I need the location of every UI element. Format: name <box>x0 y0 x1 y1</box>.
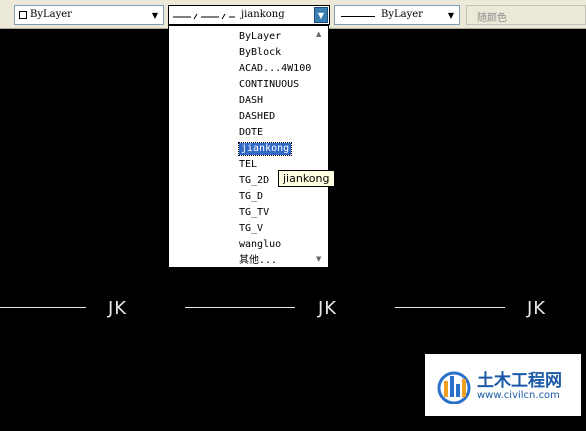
linetype-sample-icon <box>176 257 234 258</box>
plotstyle-combo-value: 随颜色 <box>477 13 507 24</box>
linetype-list-item-label: ByBlock <box>239 47 282 58</box>
scroll-up-icon[interactable]: ▲ <box>316 30 321 38</box>
lineweight-combo[interactable]: ByLayer ▼ <box>334 5 460 25</box>
linetype-list-item-label: ACAD...4W100 <box>239 63 312 74</box>
plotstyle-combo: 随颜色 <box>466 5 586 25</box>
linetype-list-item-label: DASH <box>239 95 264 106</box>
linetype-list-item-label: TEL <box>239 159 258 170</box>
dropdown-scrollbar[interactable]: ▲ ▼ <box>314 26 328 267</box>
linetype-sample-icon <box>176 33 234 34</box>
layer-combo-value: ByLayer <box>30 9 72 20</box>
layer-combo[interactable]: ByLayer ▼ <box>14 5 164 25</box>
linetype-list-item[interactable]: wangluo <box>169 237 315 253</box>
linetype-tooltip: jiankong <box>278 170 335 187</box>
linetype-list-item[interactable]: 其他... <box>169 253 315 267</box>
civilcn-logo-icon <box>437 371 471 404</box>
linetype-list-item-label: DASHED <box>239 111 276 122</box>
linetype-list-item-label: TG_TV <box>239 207 270 218</box>
linetype-list-item-label: CONTINUOUS <box>239 79 300 90</box>
linetype-list-item[interactable]: TG_V <box>169 221 315 237</box>
linetype-sample-icon <box>176 193 234 194</box>
linetype-list-item-label: TG_D <box>239 191 264 202</box>
watermark-url: www.civilcn.com <box>477 390 560 401</box>
linetype-sample-icon <box>176 49 234 50</box>
linetype-list-item[interactable]: TG_TV <box>169 205 315 221</box>
linetype-list-item[interactable]: DOTE <box>169 125 315 141</box>
watermark-title: 土木工程网 <box>477 371 562 391</box>
color-swatch-icon <box>19 11 27 19</box>
linetype-sample-icon <box>176 241 234 242</box>
linetype-sample-icon <box>176 113 234 114</box>
linetype-sample-icon <box>176 161 234 162</box>
jk-line-label: JK <box>108 298 128 319</box>
linetype-dropdown-list[interactable]: ▲ ▼ ByLayer ByBlock ACAD...4W100 CONTINUOUS… <box>168 25 329 268</box>
linetype-list-item-label: ByLayer <box>239 31 282 42</box>
civilcn-watermark: 土木工程网 www.civilcn.com <box>425 354 581 416</box>
linetype-list-item[interactable]: CONTINUOUS <box>169 77 315 93</box>
linetype-sample-icon <box>176 65 234 66</box>
linetype-list-item[interactable]: ByBlock <box>169 45 315 61</box>
linetype-list-item[interactable]: DASHED <box>169 109 315 125</box>
linetype-list-item-label: DOTE <box>239 127 264 138</box>
linetype-list-item[interactable]: ByLayer <box>169 29 315 45</box>
linetype-sample-icon <box>176 97 234 98</box>
linetype-sample-icon <box>176 129 234 130</box>
linetype-list-item-label: TG_2D <box>239 175 270 186</box>
linetype-combo[interactable]: jiankong ▼ <box>168 5 330 25</box>
linetype-sample-icon <box>176 225 234 226</box>
linetype-list-item[interactable]: ACAD...4W100 <box>169 61 315 77</box>
lineweight-combo-value: ByLayer <box>381 9 423 20</box>
jk-line-segment <box>185 307 295 308</box>
linetype-sample-icon <box>176 81 234 82</box>
linetype-list-item-label: TG_V <box>239 223 264 234</box>
scroll-down-icon[interactable]: ▼ <box>316 255 321 263</box>
linetype-list-item[interactable]: TG_D <box>169 189 315 205</box>
linetype-combo-value: jiankong <box>241 9 285 20</box>
jk-line-segment <box>0 307 86 308</box>
jk-line-segment <box>395 307 505 308</box>
chevron-down-icon[interactable]: ▼ <box>314 7 328 23</box>
chevron-down-icon[interactable]: ▼ <box>444 7 458 23</box>
jk-line-label: JK <box>318 298 338 319</box>
lineweight-sample-icon <box>341 16 375 17</box>
linetype-list-item-label: 其他... <box>239 255 278 266</box>
jk-line-label: JK <box>527 298 547 319</box>
linetype-sample-icon <box>173 13 235 20</box>
linetype-sample-icon <box>176 209 234 210</box>
linetype-list-item[interactable]: DASH <box>169 93 315 109</box>
linetype-sample-icon <box>176 145 234 146</box>
linetype-sample-icon <box>176 177 234 178</box>
linetype-list-item-label: wangluo <box>239 239 282 250</box>
linetype-list-item-label: jiankong <box>237 142 293 156</box>
chevron-down-icon[interactable]: ▼ <box>148 7 162 23</box>
linetype-list-item[interactable]: jiankong <box>169 141 315 157</box>
